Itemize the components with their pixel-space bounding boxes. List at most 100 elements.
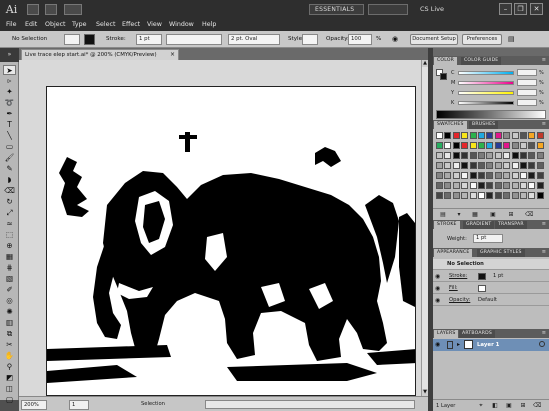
live-trace-artwork[interactable] <box>47 87 416 396</box>
swatch-chip[interactable] <box>469 172 477 179</box>
arrange-documents-icon[interactable] <box>64 4 82 15</box>
stroke-weight-field[interactable]: 1 pt <box>136 34 162 45</box>
swatch-chip[interactable] <box>511 162 519 169</box>
menu-object[interactable]: Object <box>45 20 66 30</box>
swatch-chip[interactable] <box>478 162 485 169</box>
swatch-chip[interactable] <box>461 152 469 159</box>
tab-color[interactable]: COLOR <box>434 57 458 65</box>
swatch-chip[interactable] <box>520 142 527 149</box>
tab-transparency[interactable]: TRANSPAR <box>495 221 527 229</box>
menu-edit[interactable]: Edit <box>25 20 37 30</box>
swatch-chip[interactable] <box>520 132 527 139</box>
stroke-label[interactable]: Stroke: <box>106 34 126 45</box>
swatch-chip[interactable] <box>461 182 469 189</box>
minimize-button[interactable]: – <box>499 3 512 15</box>
graphic-style-dropdown[interactable] <box>302 34 318 45</box>
swatch-chip[interactable] <box>444 172 452 179</box>
swatch-chip[interactable] <box>503 142 511 149</box>
restore-button[interactable]: ❐ <box>514 3 527 15</box>
swatch-chip[interactable] <box>528 172 536 179</box>
line-tool-icon[interactable]: ╲ <box>3 131 16 141</box>
fill-stroke-icon[interactable]: ◩ <box>3 373 16 383</box>
swatch-chip[interactable] <box>536 132 544 139</box>
swatch-chip[interactable] <box>520 192 527 199</box>
new-layer-icon[interactable]: ⊞ <box>519 402 527 409</box>
swatch-chip[interactable] <box>461 132 469 139</box>
tab-stroke[interactable]: STROKE <box>434 221 460 229</box>
swatch-chip[interactable] <box>478 192 485 199</box>
menu-file[interactable]: File <box>6 20 17 30</box>
swatch-chip[interactable] <box>436 162 443 169</box>
swatch-chip[interactable] <box>494 172 502 179</box>
swatch-chip[interactable] <box>444 182 452 189</box>
swatch-chip[interactable] <box>494 142 502 149</box>
tools-grip[interactable]: » <box>0 48 19 62</box>
bridge-icon[interactable] <box>27 4 39 15</box>
opacity-field[interactable]: 100 <box>348 34 372 45</box>
visibility-icon[interactable]: ◉ <box>435 296 440 305</box>
status-info[interactable]: Selection <box>139 400 201 410</box>
swatch-chip[interactable] <box>478 182 485 189</box>
swatch-chip[interactable] <box>452 192 460 199</box>
swatch-chip[interactable] <box>461 172 469 179</box>
swatch-chip[interactable] <box>520 172 527 179</box>
panel-menu-icon[interactable]: ≡ <box>542 249 546 256</box>
menu-help[interactable]: Help <box>202 20 216 30</box>
swatch-chip[interactable] <box>528 152 536 159</box>
swatch-chip[interactable] <box>486 152 494 159</box>
delete-layer-icon[interactable]: ⌫ <box>533 402 541 409</box>
vertical-scrollbar[interactable]: ▲ ▼ <box>421 60 428 396</box>
swatch-chip[interactable] <box>452 142 460 149</box>
swatch-chip[interactable] <box>486 142 494 149</box>
swatch-chip[interactable] <box>486 132 494 139</box>
swatch-chip[interactable] <box>452 152 460 159</box>
swatch-chip[interactable] <box>461 162 469 169</box>
tab-appearance[interactable]: APPEARANCE <box>434 249 473 257</box>
swatch-chip[interactable] <box>469 192 477 199</box>
swatch-chip[interactable] <box>520 182 527 189</box>
swatch-chip[interactable] <box>469 132 477 139</box>
swatch-chip[interactable] <box>436 192 443 199</box>
eraser-tool-icon[interactable]: ⌫ <box>3 186 16 196</box>
stroke-color-swatch[interactable] <box>84 34 95 45</box>
symbol-sprayer-tool-icon[interactable]: ✺ <box>3 307 16 317</box>
panel-menu-icon[interactable]: ≡ <box>542 121 546 128</box>
swatch-chip[interactable] <box>461 192 469 199</box>
swatch-chip[interactable] <box>536 192 544 199</box>
artboard-tool-icon[interactable]: ⧉ <box>3 329 16 339</box>
zoom-field[interactable]: 200% <box>21 400 47 410</box>
swatch-chip[interactable] <box>444 152 452 159</box>
artboard[interactable] <box>46 86 416 396</box>
shape-builder-tool-icon[interactable]: ⊕ <box>3 241 16 251</box>
menu-effect[interactable]: Effect <box>122 20 140 30</box>
fill-color-dropdown[interactable] <box>64 34 80 45</box>
artboard-navigator[interactable]: 1 <box>69 400 89 410</box>
rotate-tool-icon[interactable]: ↻ <box>3 197 16 207</box>
swatch-chip[interactable] <box>469 152 477 159</box>
free-transform-tool-icon[interactable]: ⬚ <box>3 230 16 240</box>
workspace-switcher[interactable]: ESSENTIALS <box>309 4 364 15</box>
swatch-chip[interactable] <box>486 192 494 199</box>
drawing-mode-icon[interactable]: ◫ <box>3 384 16 394</box>
swatch-chip[interactable] <box>528 162 536 169</box>
swatch-chip[interactable] <box>511 142 519 149</box>
lasso-tool-icon[interactable]: ➰ <box>3 98 16 108</box>
swatch-chip[interactable] <box>511 132 519 139</box>
preferences-button[interactable]: Preferences <box>462 34 502 45</box>
swatch-chip[interactable] <box>520 152 527 159</box>
document-tab[interactable]: Live trace elep start.ai* @ 200% (CMYK/P… <box>21 49 179 60</box>
layer-lock-toggle[interactable] <box>447 341 453 349</box>
scale-tool-icon[interactable]: ⤢ <box>3 208 16 218</box>
visibility-icon[interactable]: ◉ <box>435 284 440 293</box>
layer-row[interactable]: ◉ ▸ Layer 1 <box>433 339 549 351</box>
swatch-chip[interactable] <box>469 142 477 149</box>
make-clipping-mask-icon[interactable]: ◧ <box>491 402 499 409</box>
swatch-chip[interactable] <box>452 162 460 169</box>
tab-swatches[interactable]: SWATCHES <box>434 121 467 129</box>
swatch-chip[interactable] <box>436 152 443 159</box>
appearance-stroke-row[interactable]: ◉ Stroke: 1 pt <box>433 271 549 282</box>
tab-artboards[interactable]: ARTBOARDS <box>459 330 495 338</box>
swatch-chip[interactable] <box>511 192 519 199</box>
swatch-chip[interactable] <box>478 142 485 149</box>
stroke-swatch[interactable] <box>440 73 447 80</box>
